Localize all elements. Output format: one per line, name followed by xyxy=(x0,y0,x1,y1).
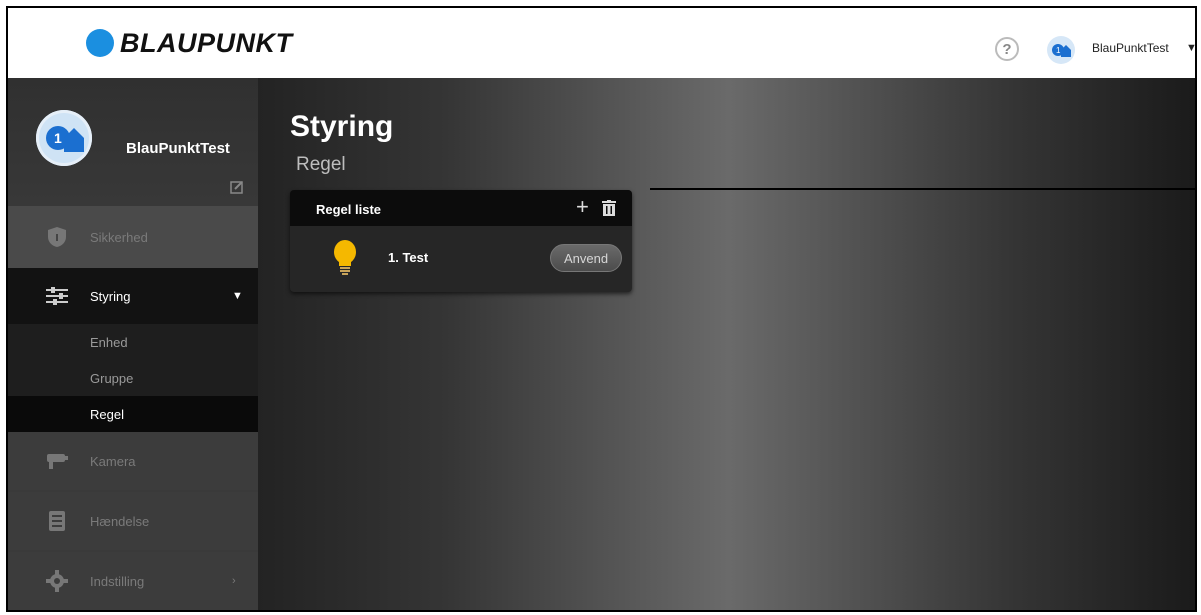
sidebar-item-label: Styring xyxy=(90,288,131,304)
rule-list-panel: Regel liste + 1. Test Anvend xyxy=(290,190,632,292)
sidebar-item-label: Kamera xyxy=(90,453,136,469)
lightbulb-icon xyxy=(334,240,356,275)
top-header: BLAUPUNKT ? 1 BlauPunktTest ▼ xyxy=(8,8,1195,79)
add-rule-button[interactable]: + xyxy=(576,196,589,218)
chevron-down-icon: ▼ xyxy=(232,290,243,302)
edit-icon[interactable] xyxy=(230,180,244,194)
apply-button[interactable]: Anvend xyxy=(550,244,622,272)
app-frame: BLAUPUNKT ? 1 BlauPunktTest ▼ 1 BlauPunk… xyxy=(6,6,1197,612)
sidebar-subitem-enhed[interactable]: Enhed xyxy=(8,324,258,360)
camera-icon xyxy=(44,448,70,474)
gear-icon xyxy=(44,568,70,594)
logo-text: BLAUPUNKT xyxy=(120,27,293,58)
profile-card: 1 BlauPunktTest xyxy=(8,78,258,206)
sidebar-item-label: Indstilling xyxy=(90,573,145,589)
sidebar-item-kamera[interactable]: Kamera xyxy=(8,432,258,490)
shield-icon xyxy=(44,224,70,250)
header-username[interactable]: BlauPunktTest xyxy=(1092,41,1169,55)
page-title: Styring xyxy=(290,110,394,143)
event-list-icon xyxy=(44,508,70,534)
divider xyxy=(650,188,1195,190)
profile-avatar-icon: 1 xyxy=(36,110,92,166)
brand-logo[interactable]: BLAUPUNKT xyxy=(86,26,293,60)
profile-name: BlauPunktTest xyxy=(126,140,230,157)
panel-title: Regel liste xyxy=(316,202,382,217)
svg-text:1: 1 xyxy=(1056,46,1061,55)
logo-dot-icon xyxy=(86,29,114,57)
sidebar-item-label: Hændelse xyxy=(90,513,150,529)
subitem-label: Enhed xyxy=(90,334,128,350)
user-menu-chevron-down-icon[interactable]: ▼ xyxy=(1186,42,1195,54)
trash-icon[interactable] xyxy=(602,200,616,216)
sidebar-item-label: Sikkerhed xyxy=(90,229,148,245)
sidebar-subitem-gruppe[interactable]: Gruppe xyxy=(8,360,258,396)
chevron-right-icon: › xyxy=(232,575,236,587)
subitem-label: Gruppe xyxy=(90,370,134,386)
sliders-icon xyxy=(44,283,70,309)
list-item[interactable]: 1. Test Anvend xyxy=(290,226,632,292)
sidebar-item-haendelse[interactable]: Hændelse xyxy=(8,492,258,550)
sidebar-item-sikkerhed[interactable]: Sikkerhed xyxy=(8,206,258,268)
user-avatar-icon[interactable]: 1 xyxy=(1047,36,1075,64)
rule-name: 1. Test xyxy=(388,250,429,265)
sidebar-subitem-regel[interactable]: Regel xyxy=(8,396,258,432)
subitem-label: Regel xyxy=(90,406,124,422)
help-button[interactable]: ? xyxy=(995,37,1019,61)
sidebar-item-styring[interactable]: Styring ▼ xyxy=(8,268,258,324)
sidebar: 1 BlauPunktTest Sikkerhed Styring ▼ Enhe… xyxy=(8,78,258,610)
main-content: Styring Regel Regel liste + 1. Test Anve… xyxy=(258,78,1195,610)
panel-header: Regel liste + xyxy=(290,190,632,226)
svg-text:1: 1 xyxy=(54,130,62,146)
page-subtitle: Regel xyxy=(296,154,346,175)
sidebar-item-indstilling[interactable]: Indstilling › xyxy=(8,552,258,610)
